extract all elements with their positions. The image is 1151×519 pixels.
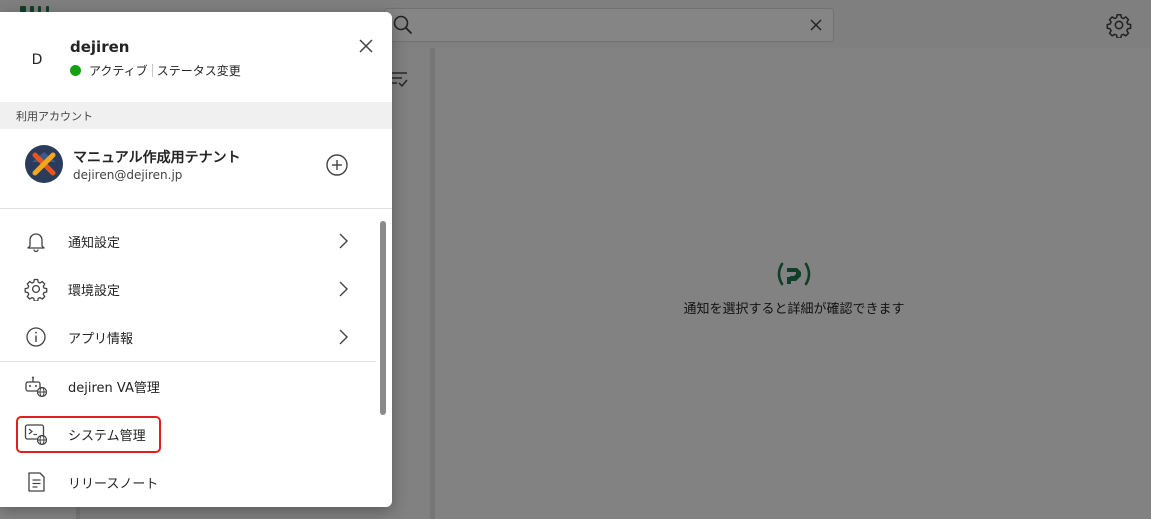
menu-item-va-admin[interactable]: dejiren VA管理: [0, 362, 376, 410]
add-account-icon[interactable]: [325, 153, 349, 177]
menu-item-environment-settings[interactable]: 環境設定: [0, 265, 376, 313]
user-name: dejiren: [70, 38, 130, 56]
bell-icon: [24, 229, 48, 253]
tenant-email: dejiren@dejiren.jp: [73, 168, 183, 182]
info-icon: [24, 325, 48, 349]
bot-globe-icon: [24, 374, 48, 398]
gear-icon: [24, 277, 48, 301]
document-icon: [24, 470, 48, 494]
account-section-label: 利用アカウント: [0, 102, 392, 129]
menu-item-label: アプリ情報: [68, 332, 134, 347]
tenant-account-item[interactable]: マニュアル作成用テナント dejiren@dejiren.jp: [0, 129, 392, 208]
menu-item-system-admin[interactable]: システム管理: [0, 410, 376, 458]
user-avatar: D: [31, 52, 43, 68]
menu-item-label: リリースノート: [68, 477, 159, 492]
status-separator: [151, 64, 153, 77]
chevron-right-icon: [336, 280, 352, 298]
menu-item-label: 通知設定: [68, 236, 121, 251]
close-icon[interactable]: [356, 36, 376, 56]
change-status-link[interactable]: ステータス変更: [157, 62, 241, 79]
status-dot-icon: [70, 65, 81, 76]
chevron-right-icon: [336, 328, 352, 346]
menu-item-app-info[interactable]: アプリ情報: [0, 313, 376, 361]
menu-item-label: dejiren VA管理: [68, 381, 160, 396]
menu-item-release-notes[interactable]: リリースノート: [0, 458, 376, 506]
tenant-name: マニュアル作成用テナント: [73, 150, 241, 166]
account-panel: D dejiren アクティブ ステータス変更 利用アカウント マニュアル作成用…: [0, 12, 392, 507]
scrollbar-thumb[interactable]: [380, 221, 386, 415]
chevron-right-icon: [336, 232, 352, 250]
divider: [0, 361, 376, 362]
terminal-globe-icon: [24, 422, 48, 446]
menu-item-label: システム管理: [68, 429, 146, 444]
menu-item-notification-settings[interactable]: 通知設定: [0, 217, 376, 265]
status-text: アクティブ: [89, 64, 148, 78]
menu-item-label: 環境設定: [68, 284, 121, 299]
divider: [0, 208, 392, 209]
tenant-logo-icon: [25, 145, 63, 183]
status-row: アクティブ ステータス変更: [70, 62, 241, 79]
